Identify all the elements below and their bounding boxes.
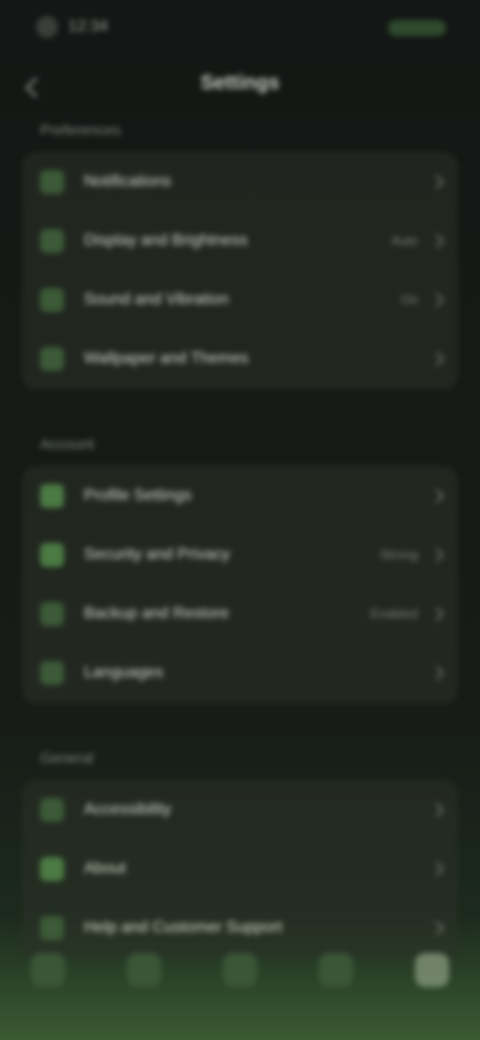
help-icon bbox=[40, 915, 64, 940]
row-label: Profile Settings bbox=[84, 486, 192, 504]
chevron-right-icon bbox=[429, 174, 445, 189]
palette-icon bbox=[40, 346, 64, 371]
chevron-right-icon bbox=[429, 920, 445, 935]
chevron-right-icon bbox=[429, 665, 445, 680]
chevron-right-icon bbox=[429, 547, 445, 562]
row-label: Backup and Restore bbox=[84, 604, 229, 622]
settings-card-general: Accessibility About Help and Customer Su… bbox=[22, 780, 458, 958]
bell-icon bbox=[40, 169, 64, 194]
row-label: Notifications bbox=[84, 172, 172, 190]
settings-row-accessibility[interactable]: Accessibility bbox=[22, 780, 458, 839]
page-title: Settings bbox=[200, 72, 280, 94]
chevron-right-icon bbox=[429, 802, 445, 817]
globe-icon bbox=[40, 660, 64, 685]
settings-row-notifications[interactable]: Notifications bbox=[22, 152, 458, 211]
row-label: Sound and Vibration bbox=[84, 290, 229, 308]
bottom-navigation bbox=[0, 950, 480, 990]
chevron-right-icon bbox=[429, 233, 445, 248]
app-header: Settings bbox=[0, 56, 480, 116]
chevron-right-icon bbox=[429, 488, 445, 503]
speaker-icon bbox=[40, 287, 64, 312]
row-label: About bbox=[84, 859, 126, 877]
settings-card-account: Profile Settings Security and Privacy St… bbox=[22, 466, 458, 704]
battery-indicator-icon bbox=[388, 20, 446, 36]
row-label: Security and Privacy bbox=[84, 545, 230, 563]
settings-row-profile[interactable]: Profile Settings bbox=[22, 466, 458, 525]
camera-dot-icon bbox=[36, 16, 58, 38]
nav-search-icon[interactable] bbox=[127, 953, 161, 987]
chevron-right-icon bbox=[429, 351, 445, 366]
settings-row-about[interactable]: About bbox=[22, 839, 458, 898]
row-label: Help and Customer Support bbox=[84, 918, 283, 936]
shield-icon bbox=[40, 542, 64, 567]
chevron-right-icon bbox=[429, 606, 445, 621]
nav-profile-icon[interactable] bbox=[415, 953, 449, 987]
settings-row-security[interactable]: Security and Privacy Strong bbox=[22, 525, 458, 584]
section-title-account: Account bbox=[40, 436, 95, 453]
accessibility-icon bbox=[40, 797, 64, 822]
status-time: 12:34 bbox=[68, 18, 109, 35]
row-value: Enabled bbox=[370, 606, 418, 621]
chevron-right-icon bbox=[429, 861, 445, 876]
nav-messages-icon[interactable] bbox=[319, 953, 353, 987]
status-bar: 12:34 bbox=[0, 0, 480, 56]
section-title-general: General bbox=[40, 750, 94, 767]
row-label: Accessibility bbox=[84, 800, 172, 818]
cloud-icon bbox=[40, 601, 64, 626]
settings-row-display[interactable]: Display and Brightness Auto bbox=[22, 211, 458, 270]
brightness-icon bbox=[40, 228, 64, 253]
chevron-right-icon bbox=[429, 292, 445, 307]
row-label: Display and Brightness bbox=[84, 231, 248, 249]
info-icon bbox=[40, 856, 64, 881]
nav-home-icon[interactable] bbox=[31, 953, 65, 987]
settings-row-help[interactable]: Help and Customer Support bbox=[22, 898, 458, 957]
settings-row-backup[interactable]: Backup and Restore Enabled bbox=[22, 584, 458, 643]
settings-row-languages[interactable]: Languages bbox=[22, 643, 458, 702]
row-label: Languages bbox=[84, 663, 164, 681]
row-value: Auto bbox=[391, 233, 418, 248]
settings-card-preferences: Notifications Display and Brightness Aut… bbox=[22, 152, 458, 390]
nav-library-icon[interactable] bbox=[223, 953, 257, 987]
user-icon bbox=[40, 483, 64, 508]
row-value: Strong bbox=[379, 547, 418, 562]
row-value: On bbox=[400, 292, 418, 307]
settings-row-wallpaper[interactable]: Wallpaper and Themes bbox=[22, 329, 458, 388]
section-title-preferences: Preferences bbox=[40, 122, 121, 139]
row-label: Wallpaper and Themes bbox=[84, 349, 249, 367]
settings-row-sound[interactable]: Sound and Vibration On bbox=[22, 270, 458, 329]
